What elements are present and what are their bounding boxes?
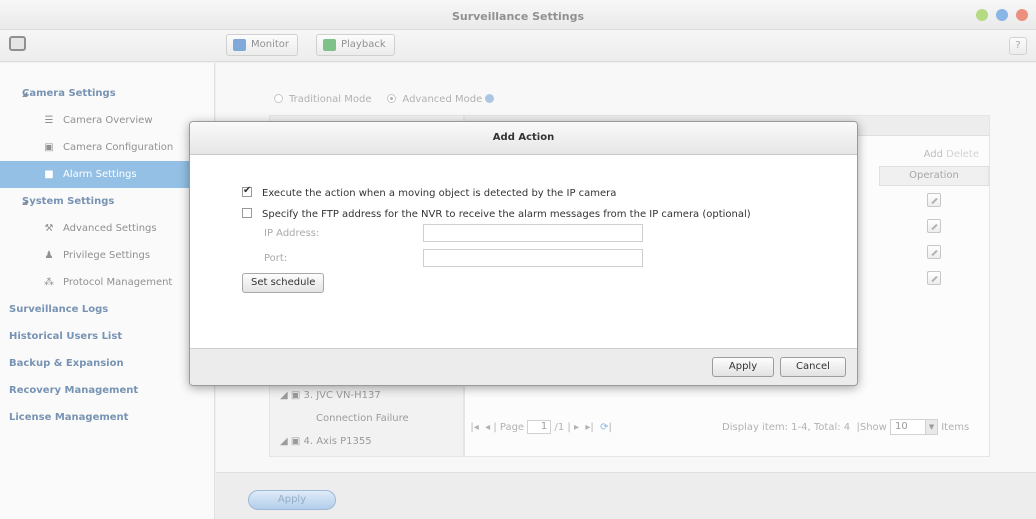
- dialog-apply-button[interactable]: Apply: [712, 357, 774, 377]
- ftp-address-checkbox[interactable]: [242, 208, 252, 218]
- add-action-dialog: Add Action Execute the action when a mov…: [189, 121, 858, 386]
- dialog-body: Execute the action when a moving object …: [190, 155, 857, 349]
- set-schedule-button[interactable]: Set schedule: [242, 273, 325, 293]
- dialog-title: Add Action: [190, 122, 857, 155]
- ip-address-label: IP Address:: [264, 228, 320, 239]
- dialog-footer: Apply Cancel: [190, 348, 857, 385]
- execute-action-option[interactable]: Execute the action when a moving object …: [242, 185, 617, 199]
- port-field[interactable]: [423, 249, 643, 267]
- execute-action-checkbox[interactable]: [242, 185, 252, 197]
- ftp-address-option[interactable]: Specify the FTP address for the NVR to r…: [242, 208, 751, 220]
- port-label: Port:: [264, 253, 288, 264]
- execute-action-label: Execute the action when a moving object …: [262, 188, 617, 199]
- dialog-cancel-button[interactable]: Cancel: [780, 357, 846, 377]
- ftp-address-label: Specify the FTP address for the NVR to r…: [262, 209, 751, 220]
- ip-address-field[interactable]: [423, 224, 643, 242]
